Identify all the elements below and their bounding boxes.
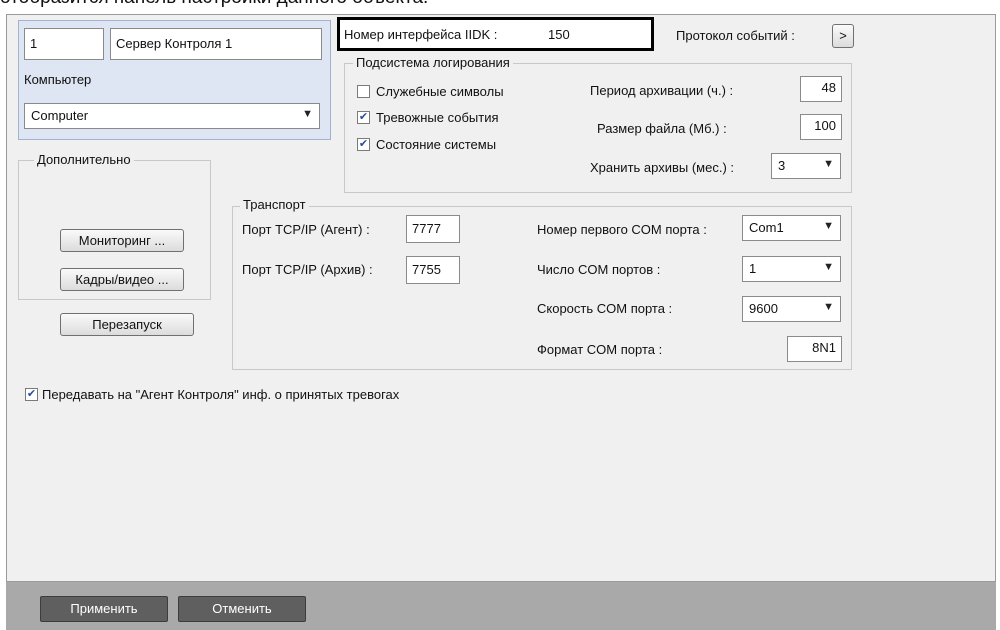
computer-select-value: Computer bbox=[31, 108, 89, 123]
chevron-down-icon: ▼ bbox=[823, 301, 834, 313]
event-log-button[interactable]: > bbox=[832, 24, 854, 48]
file-size-input[interactable]: 100 bbox=[800, 114, 842, 140]
port-archive-label: Порт TCP/IP (Архив) : bbox=[242, 262, 373, 277]
checkbox-alarm-events[interactable]: ✔ bbox=[357, 111, 370, 124]
com-count-select[interactable]: 1 ▼ bbox=[742, 256, 841, 282]
com-format-label: Формат COM порта : bbox=[537, 342, 663, 357]
checkbox-send-alarms[interactable]: ✔ bbox=[25, 388, 38, 401]
chevron-down-icon: ▼ bbox=[302, 108, 313, 120]
frames-video-button[interactable]: Кадры/видео ... bbox=[60, 268, 184, 291]
event-log-label: Протокол событий : bbox=[676, 28, 795, 43]
chevron-down-icon: ▼ bbox=[823, 261, 834, 273]
iidk-input[interactable]: 150 bbox=[548, 27, 570, 43]
port-agent-input[interactable]: 7777 bbox=[406, 215, 460, 243]
monitoring-button[interactable]: Мониторинг ... bbox=[60, 229, 184, 252]
checkbox-service-symbols-label: Служебные символы bbox=[376, 84, 504, 99]
com-speed-value: 9600 bbox=[749, 301, 778, 316]
cancel-button[interactable]: Отменить bbox=[178, 596, 306, 622]
com-speed-label: Скорость COM порта : bbox=[537, 301, 673, 316]
restart-button[interactable]: Перезапуск bbox=[60, 313, 194, 336]
first-com-label: Номер первого COM порта : bbox=[537, 222, 707, 237]
transport-group-title: Транспорт bbox=[240, 198, 309, 212]
checkbox-system-state[interactable]: ✔ bbox=[357, 138, 370, 151]
archive-period-input[interactable]: 48 bbox=[800, 76, 842, 102]
keep-archives-select[interactable]: 3 ▼ bbox=[771, 153, 841, 179]
check-icon: ✔ bbox=[358, 138, 369, 150]
chevron-down-icon: ▼ bbox=[823, 158, 834, 170]
object-id-field[interactable]: 1 bbox=[24, 28, 104, 60]
check-icon: ✔ bbox=[26, 388, 37, 400]
checkbox-service-symbols[interactable] bbox=[357, 85, 370, 98]
computer-label: Компьютер bbox=[24, 72, 92, 87]
first-com-select[interactable]: Com1 ▼ bbox=[742, 215, 841, 241]
check-icon: ✔ bbox=[358, 111, 369, 123]
additional-group-title: Дополнительно bbox=[34, 153, 134, 167]
archive-period-label: Период архивации (ч.) : bbox=[590, 83, 734, 98]
com-count-label: Число COM портов : bbox=[537, 262, 661, 277]
first-com-value: Com1 bbox=[749, 220, 784, 235]
chevron-down-icon: ▼ bbox=[823, 220, 834, 232]
iidk-label: Номер интерфейса IIDK : bbox=[344, 27, 498, 42]
keep-archives-label: Хранить архивы (мес.) : bbox=[590, 160, 735, 175]
checkbox-send-alarms-label: Передавать на "Агент Контроля" инф. о пр… bbox=[42, 387, 400, 402]
keep-archives-value: 3 bbox=[778, 158, 786, 173]
com-count-value: 1 bbox=[749, 261, 757, 276]
page-caption: отобразится панель настройки данного объ… bbox=[0, 0, 428, 9]
file-size-label: Размер файла (Мб.) : bbox=[597, 121, 727, 136]
logging-group-title: Подсистема логирования bbox=[353, 56, 513, 70]
com-speed-select[interactable]: 9600 ▼ bbox=[742, 296, 841, 322]
checkbox-alarm-events-label: Тревожные события bbox=[376, 110, 499, 125]
port-agent-label: Порт TCP/IP (Агент) : bbox=[242, 222, 370, 237]
object-name-field[interactable]: Сервер Контроля 1 bbox=[110, 28, 322, 60]
checkbox-system-state-label: Состояние системы bbox=[376, 137, 497, 152]
apply-button[interactable]: Применить bbox=[40, 596, 168, 622]
computer-select[interactable]: Computer ▼ bbox=[24, 103, 320, 129]
port-archive-input[interactable]: 7755 bbox=[406, 256, 460, 284]
com-format-input[interactable]: 8N1 bbox=[787, 336, 842, 362]
